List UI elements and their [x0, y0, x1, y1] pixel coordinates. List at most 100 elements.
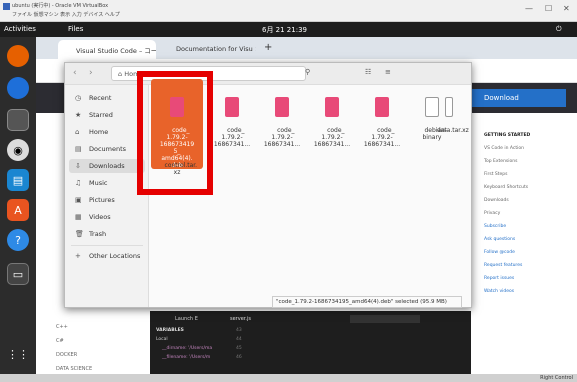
sidebar-label: Other Locations — [89, 252, 141, 260]
link-watch-videos[interactable]: Watch videos — [484, 289, 577, 294]
file-item[interactable]: data.tar.xz — [425, 83, 473, 141]
sidebar-label: Videos — [89, 213, 111, 221]
vbox-status-bar: Right Control — [0, 374, 577, 382]
tab-label: Documentation for Visu × — [176, 45, 256, 53]
home-icon: ⌂ — [75, 128, 80, 136]
link-follow-code[interactable]: Follow @code — [484, 250, 577, 255]
line-number: 45 — [236, 346, 242, 351]
tab-documentation[interactable]: Documentation for Visu × — [158, 40, 256, 59]
activities-button[interactable]: Activities — [4, 25, 36, 33]
editor-tab[interactable]: server.js — [230, 316, 251, 322]
file-name: code_ 1.79.2- 16867341... — [263, 127, 301, 148]
back-button[interactable]: ‹ — [73, 68, 77, 78]
debug-toolbar[interactable] — [350, 315, 420, 323]
file-name: code_ 1.79.2- 16867341... — [313, 127, 351, 148]
file-name: code_ 1.79.2- 16867341... — [213, 127, 251, 148]
file-item[interactable]: code_ 1.79.2- 16867341... — [358, 83, 406, 155]
writer-icon[interactable]: ▤ — [7, 169, 29, 191]
sidebar-item-recent[interactable]: ◷ Recent — [69, 91, 145, 105]
sidebar-item-trash[interactable]: 🗑 Trash — [69, 227, 145, 241]
tab-vscode[interactable]: Visual Studio Code – コー × — [58, 40, 156, 59]
sidebar-item-home[interactable]: ⌂ Home — [69, 125, 145, 139]
link-getting-started[interactable]: GETTING STARTED — [484, 133, 577, 138]
video-icon: ▦ — [75, 213, 82, 221]
download-button[interactable]: Download — [466, 89, 566, 107]
new-tab-button[interactable]: + — [264, 42, 272, 53]
search-icon[interactable]: ⚲ — [305, 68, 310, 76]
clock-icon: ◷ — [75, 94, 82, 102]
minimize-button[interactable]: — — [525, 4, 533, 13]
deb-file-icon — [375, 97, 389, 117]
download-icon: ⇩ — [75, 162, 81, 170]
files-icon[interactable] — [7, 109, 29, 131]
link-ask-questions[interactable]: Ask questions — [484, 237, 577, 242]
sidebar-item-pictures[interactable]: ▣ Pictures — [69, 193, 145, 207]
left-nav: C++ C# DOCKER DATA SCIENCE — [56, 320, 92, 376]
download-label: Download — [484, 94, 519, 102]
red-highlight-box — [137, 71, 213, 195]
virtualbox-title-bar: ubuntu (実行中) - Oracle VM VirtualBox ファイル… — [0, 0, 577, 22]
debug-panel-image: Launch E VARIABLES Local __dirname: '/Us… — [150, 311, 471, 374]
file-name: data.tar.xz — [436, 127, 469, 134]
files-window: ‹ › ⌂ Home ⚲ ☷ ≡ ◷ Recent ★ Starred ⌂ Home … — [64, 62, 472, 308]
local-scope: Local — [156, 337, 168, 342]
forward-button[interactable]: › — [89, 68, 93, 78]
close-button[interactable]: ✕ — [563, 4, 570, 13]
sidebar-item-starred[interactable]: ★ Starred — [69, 108, 145, 122]
dock: ◉ ▤ A ? ▭ ⋮⋮ — [0, 37, 36, 374]
thunderbird-icon[interactable] — [7, 77, 29, 99]
app-menu[interactable]: Files — [68, 25, 83, 33]
sidebar-item-documents[interactable]: ▤ Documents — [69, 142, 145, 156]
file-item[interactable]: code_ 1.79.2- 16867341... — [258, 83, 306, 155]
tab-label: Visual Studio Code – コー × — [76, 47, 156, 55]
maximize-button[interactable]: ☐ — [545, 4, 552, 13]
menu-icon[interactable]: ≡ — [385, 68, 391, 76]
link-privacy[interactable]: Privacy — [484, 211, 577, 216]
link-top-extensions[interactable]: Top Extensions — [484, 159, 577, 164]
tab-bar: Visual Studio Code – コー × Documentation … — [36, 37, 577, 59]
window-title: ubuntu (実行中) - Oracle VM VirtualBox — [12, 3, 109, 9]
nav-docker[interactable]: DOCKER — [56, 348, 92, 362]
sidebar-label: Downloads — [89, 162, 125, 170]
software-icon[interactable]: A — [7, 199, 29, 221]
sidebar-item-other-locations[interactable]: + Other Locations — [69, 249, 145, 263]
sidebar-item-videos[interactable]: ▦ Videos — [69, 210, 145, 224]
link-report-issues[interactable]: Report issues — [484, 276, 577, 281]
link-vscode-in-action[interactable]: VS Code in Action — [484, 146, 577, 151]
link-keyboard-shortcuts[interactable]: Keyboard Shortcuts — [484, 185, 577, 190]
link-downloads[interactable]: Downloads — [484, 198, 577, 203]
deb-file-icon — [225, 97, 239, 117]
archive-file-icon — [445, 97, 453, 117]
sidebar-item-music[interactable]: ♫ Music — [69, 176, 145, 190]
nav-csharp[interactable]: C# — [56, 334, 92, 348]
link-request-features[interactable]: Request features — [484, 263, 577, 268]
trash-icon: 🗑 — [75, 230, 84, 238]
sidebar-label: Recent — [89, 94, 112, 102]
show-apps-icon[interactable]: ⋮⋮ — [7, 343, 29, 365]
nav-cpp[interactable]: C++ — [56, 320, 92, 334]
file-item[interactable]: code_ 1.79.2- 16867341... — [208, 83, 256, 155]
link-first-steps[interactable]: First Steps — [484, 172, 577, 177]
launch-config[interactable]: Launch E — [175, 316, 198, 322]
view-toggle-icon[interactable]: ☷ — [365, 68, 371, 76]
vbox-menu[interactable]: ファイル 仮想マシン 表示 入力 デバイス ヘルプ — [12, 11, 120, 18]
power-icon[interactable]: ⏻ — [556, 25, 562, 34]
music-icon: ♫ — [75, 179, 82, 187]
line-number: 46 — [236, 355, 242, 360]
firefox-icon[interactable] — [7, 45, 29, 67]
files-header: ‹ › ⌂ Home ⚲ ☷ ≡ — [65, 63, 471, 85]
sidebar-item-downloads[interactable]: ⇩ Downloads — [69, 159, 145, 173]
clock[interactable]: 6月 21 21:39 — [262, 25, 307, 35]
file-item[interactable]: code_ 1.79.2- 16867341... — [308, 83, 356, 155]
plus-icon: + — [75, 252, 81, 260]
gnome-top-bar: Activities Files 6月 21 21:39 ⏻ — [0, 22, 577, 37]
drive-icon[interactable]: ▭ — [7, 263, 29, 285]
star-icon: ★ — [75, 111, 82, 119]
var-dirname: __dirname: '/Users/ma — [162, 346, 213, 351]
link-subscribe[interactable]: Subscribe — [484, 224, 577, 229]
file-name: code_ 1.79.2- 16867341... — [363, 127, 401, 148]
sidebar-label: Home — [89, 128, 109, 136]
help-icon[interactable]: ? — [7, 229, 29, 251]
deb-file-icon — [325, 97, 339, 117]
rhythmbox-icon[interactable]: ◉ — [7, 139, 29, 161]
